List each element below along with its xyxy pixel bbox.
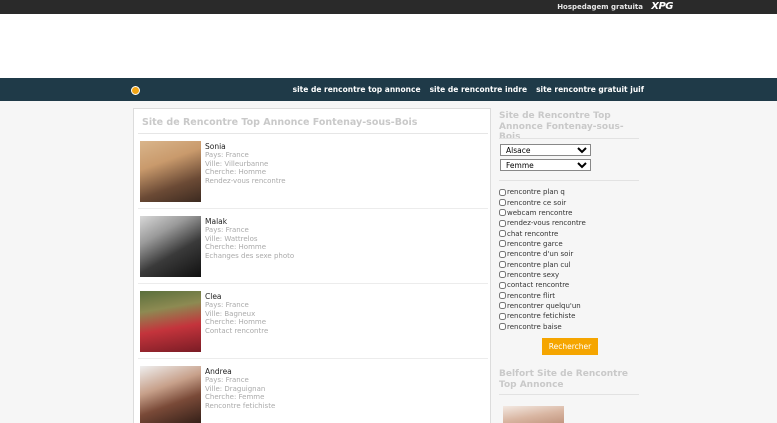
profile-photo[interactable]	[503, 406, 564, 423]
profile-name[interactable]: Clea	[205, 292, 268, 301]
nav-link-indre[interactable]: site de rencontre indre	[430, 85, 528, 94]
filter-option[interactable]: rencontrer quelqu'un	[499, 301, 586, 311]
filter-checkbox[interactable]	[499, 219, 506, 227]
top-bar: Hospedagem gratuita XPG	[0, 0, 777, 14]
filter-label: rencontre d'un soir	[507, 250, 574, 259]
filter-option[interactable]: rencontre plan q	[499, 187, 586, 197]
profile-city: Ville: Bagneux	[205, 309, 256, 318]
filter-label: chat rencontre	[507, 229, 559, 238]
profile-card[interactable]: Malak Pays: France Ville: Wattrelos Cher…	[138, 209, 488, 284]
filter-option[interactable]: rencontre sexy	[499, 270, 586, 280]
filter-checkbox[interactable]	[499, 199, 506, 207]
filter-checkbox[interactable]	[499, 250, 506, 258]
profile-card[interactable]: Sonia Pays: France Ville: Villeurbanne C…	[138, 134, 488, 209]
page-title: Site de Rencontre Top Annonce Fontenay-s…	[142, 117, 418, 128]
profile-city: Ville: Villeurbanne	[205, 159, 269, 168]
filter-label: rencontre baise	[507, 322, 562, 331]
filter-option[interactable]: rencontre garce	[499, 239, 586, 249]
filter-option[interactable]: rencontre baise	[499, 321, 586, 331]
nav-link-top-annonce[interactable]: site de rencontre top annonce	[293, 85, 421, 94]
xpg-logo[interactable]: XPG	[651, 1, 673, 12]
search-button[interactable]: Rechercher	[542, 338, 598, 355]
profile-name[interactable]: Andrea	[205, 367, 275, 376]
profile-tag: Rendez-vous rencontre	[205, 176, 286, 185]
filter-checkbox[interactable]	[499, 188, 506, 196]
filter-checkbox[interactable]	[499, 312, 506, 320]
main-content: Site de Rencontre Top Annonce Fontenay-s…	[133, 108, 491, 423]
filter-option[interactable]: rencontre flirt	[499, 290, 586, 300]
filter-checkbox[interactable]	[499, 240, 506, 248]
filter-label: rencontre flirt	[507, 291, 556, 300]
profile-city: Ville: Draguignan	[205, 384, 266, 393]
filter-checkbox[interactable]	[499, 261, 506, 269]
header-banner	[0, 14, 777, 78]
filter-option[interactable]: rencontre fetichiste	[499, 311, 586, 321]
filter-checkbox[interactable]	[499, 271, 506, 279]
region-select[interactable]: Alsace	[500, 144, 591, 156]
filter-option[interactable]: rencontre plan cul	[499, 259, 586, 269]
divider	[499, 180, 639, 181]
filter-label: webcam rencontre	[507, 208, 573, 217]
filter-checkbox[interactable]	[499, 302, 506, 310]
sidebar: Site de Rencontre Top Annonce Fontenay-s…	[495, 108, 643, 423]
filter-checkbox[interactable]	[499, 230, 506, 238]
filter-checkbox[interactable]	[499, 292, 506, 300]
filter-option[interactable]: rencontre d'un soir	[499, 249, 586, 259]
profile-tag: Rencontre fetichiste	[205, 401, 276, 410]
profile-name[interactable]: Sonia	[205, 142, 286, 151]
profile-seeking: Cherche: Homme	[205, 243, 267, 252]
profile-photo[interactable]	[140, 141, 201, 202]
sidebar-title-belfort: Belfort Site de Rencontre Top Annonce	[499, 369, 629, 390]
filter-label: contact rencontre	[507, 281, 570, 290]
filter-checkbox-list: rencontre plan q rencontre ce soir webca…	[499, 187, 586, 332]
profile-country: Pays: France	[205, 226, 249, 235]
nav-link-gratuit-juif[interactable]: site rencontre gratuit juif	[536, 85, 644, 94]
filter-label: rencontre plan cul	[507, 260, 571, 269]
profile-seeking: Cherche: Homme	[205, 168, 267, 177]
filter-checkbox[interactable]	[499, 281, 506, 289]
filter-label: rencontrer quelqu'un	[507, 301, 581, 310]
profile-country: Pays: France	[205, 151, 249, 160]
profile-city: Ville: Wattrelos	[205, 234, 258, 243]
home-star-icon[interactable]	[131, 86, 140, 95]
filter-label: rencontre fetichiste	[507, 312, 576, 321]
nav-links: site de rencontre top annonce site de re…	[293, 85, 644, 94]
divider	[499, 138, 639, 139]
filter-checkbox[interactable]	[499, 323, 506, 331]
nav-bar: site de rencontre top annonce site de re…	[0, 78, 777, 101]
profile-seeking: Cherche: Homme	[205, 318, 267, 327]
filter-label: rencontre ce soir	[507, 198, 567, 207]
profile-photo[interactable]	[140, 216, 201, 277]
filter-label: rencontre garce	[507, 239, 563, 248]
filter-label: rencontre sexy	[507, 270, 560, 279]
divider	[499, 394, 639, 395]
profile-country: Pays: France	[205, 301, 249, 310]
filter-option[interactable]: rendez-vous rencontre	[499, 218, 586, 228]
profile-photo[interactable]	[140, 366, 201, 423]
profile-name[interactable]: Malak	[205, 217, 294, 226]
filter-option[interactable]: chat rencontre	[499, 228, 586, 238]
profile-seeking: Cherche: Femme	[205, 393, 265, 402]
hosting-link[interactable]: Hospedagem gratuita	[557, 3, 643, 11]
filter-checkbox[interactable]	[499, 209, 506, 217]
filter-option[interactable]: webcam rencontre	[499, 208, 586, 218]
profile-card[interactable]: Andrea Pays: France Ville: Draguignan Ch…	[138, 359, 488, 423]
filter-label: rendez-vous rencontre	[507, 219, 586, 228]
profile-tag: Contact rencontre	[205, 326, 269, 335]
profile-country: Pays: France	[205, 376, 249, 385]
gender-select[interactable]: Femme	[500, 159, 591, 171]
profile-tag: Echanges des sexe photo	[205, 251, 295, 260]
profile-photo[interactable]	[140, 291, 201, 352]
filter-option[interactable]: contact rencontre	[499, 280, 586, 290]
filter-label: rencontre plan q	[507, 188, 565, 197]
profile-card[interactable]: Clea Pays: France Ville: Bagneux Cherche…	[138, 284, 488, 359]
filter-option[interactable]: rencontre ce soir	[499, 197, 586, 207]
